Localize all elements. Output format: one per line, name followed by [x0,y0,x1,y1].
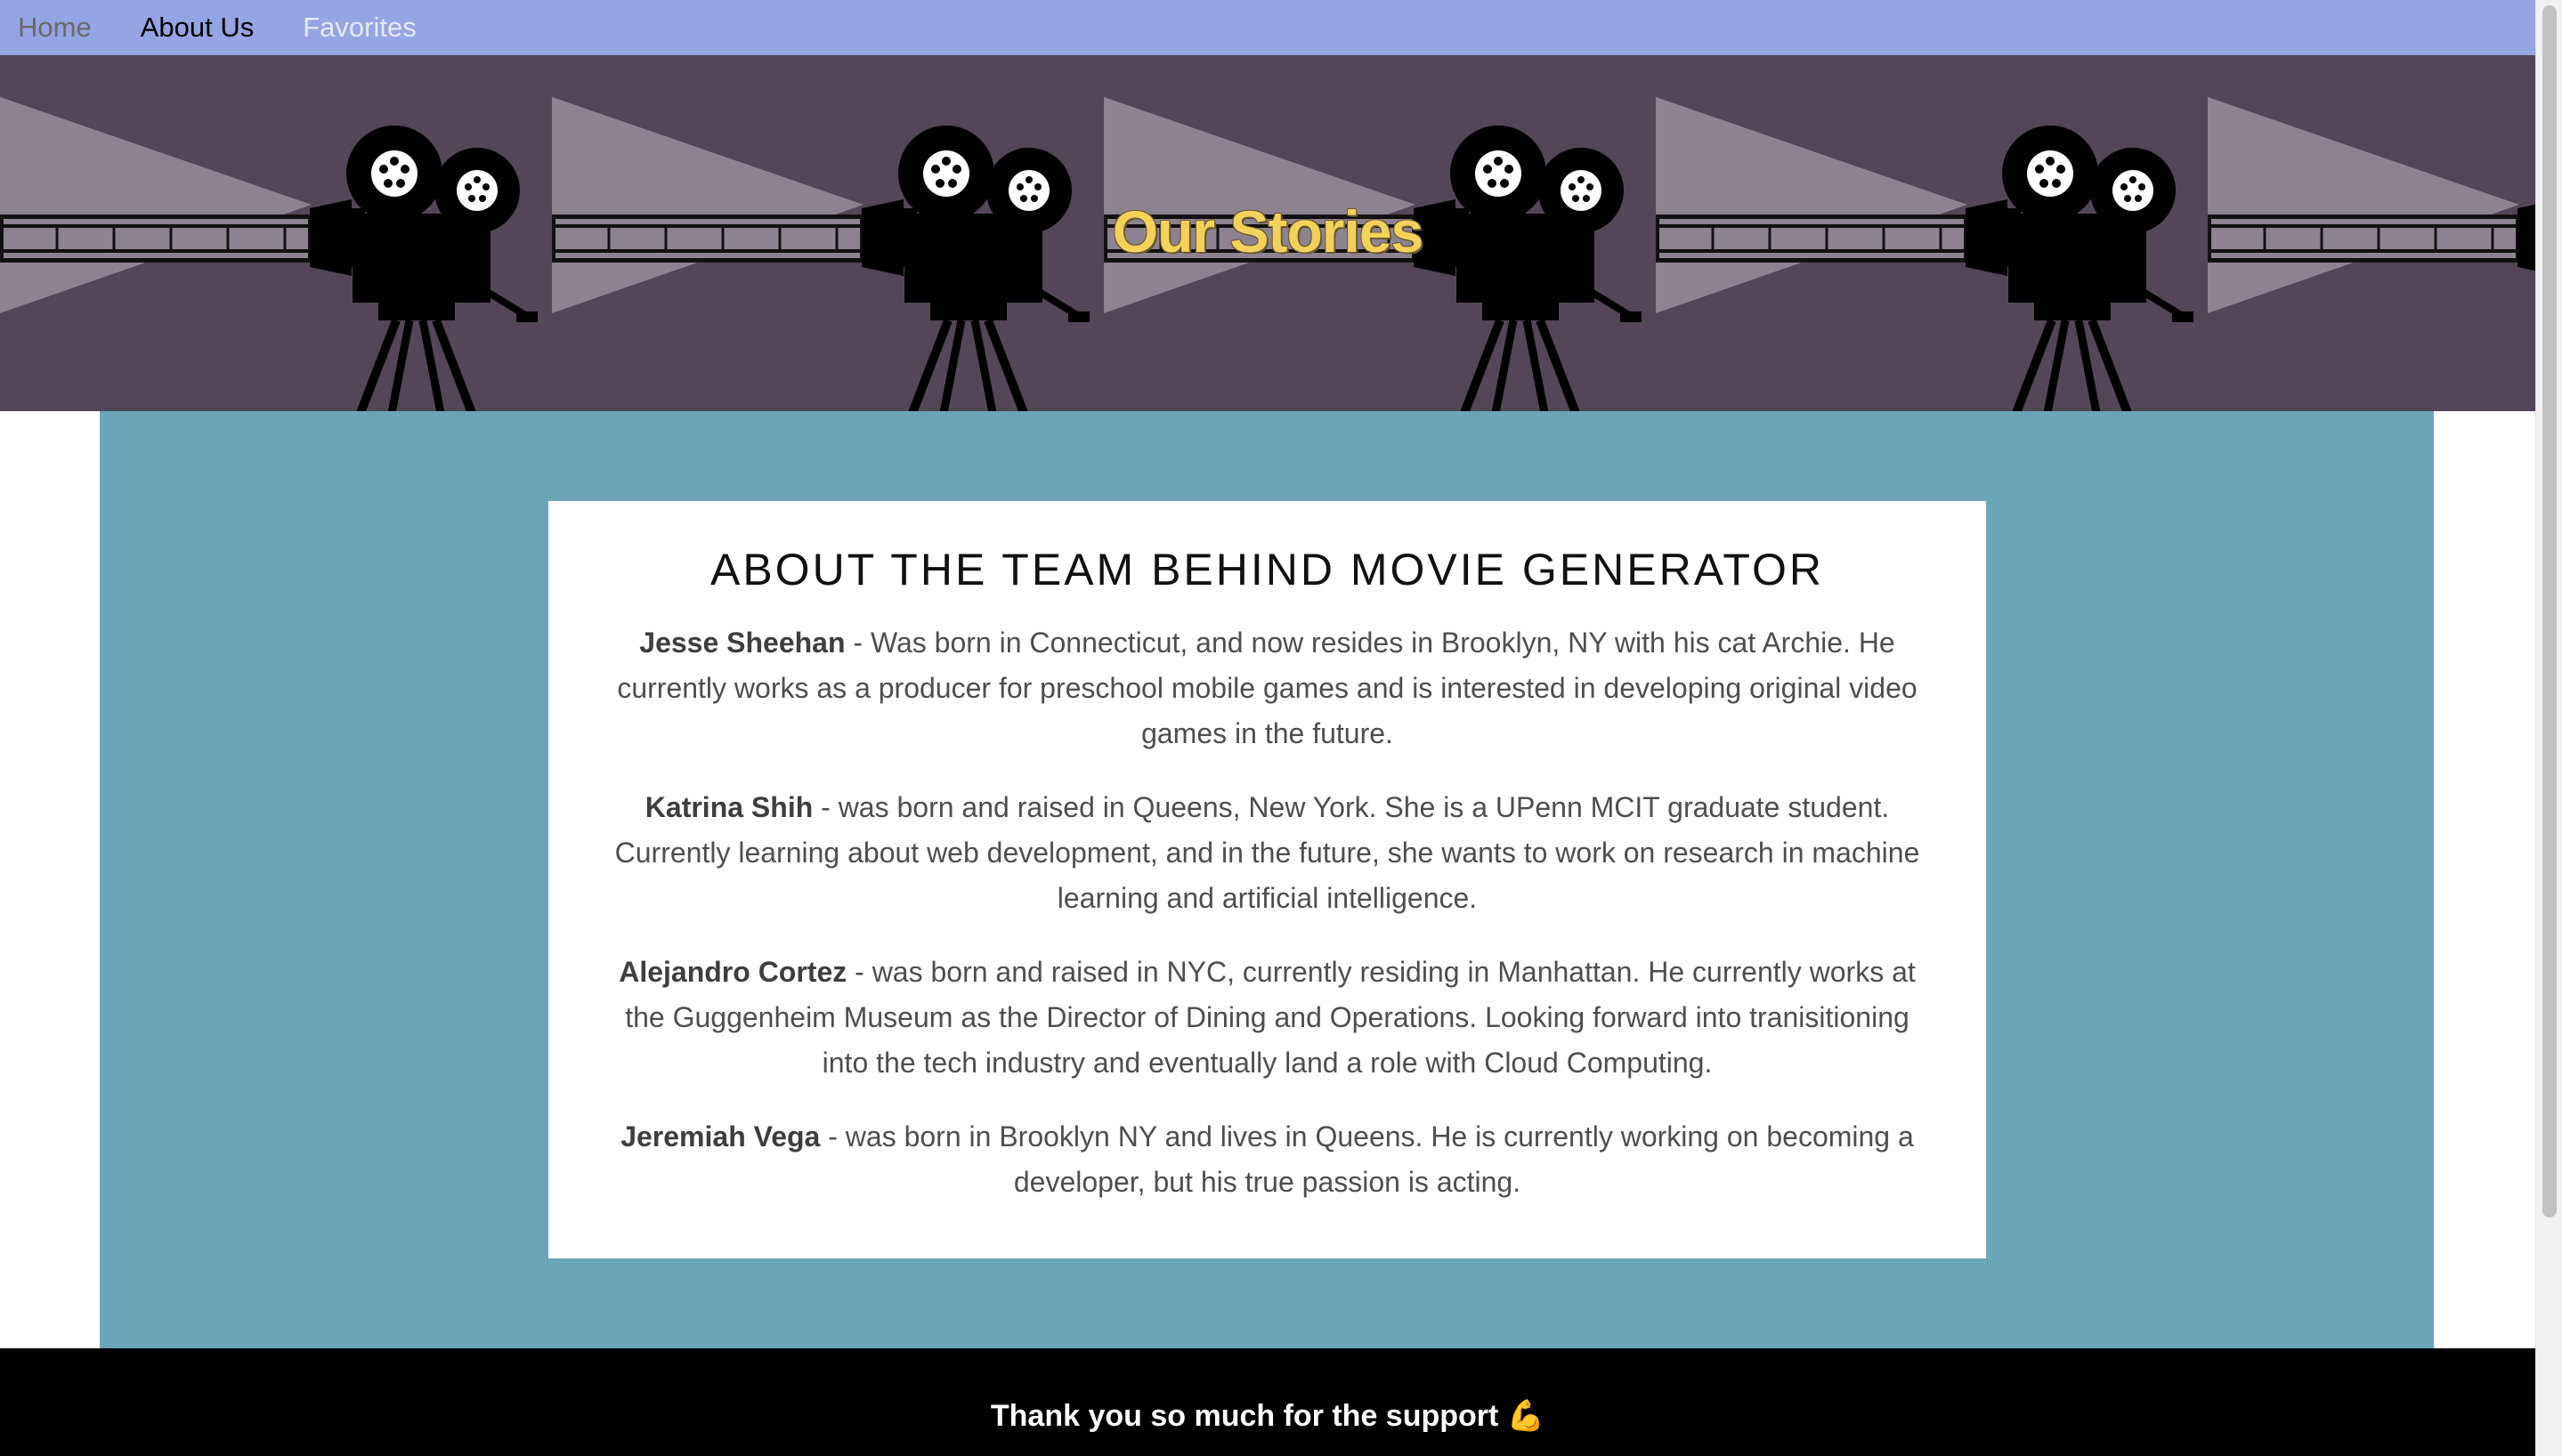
bio-text: - was born in Brooklyn NY and lives in Q… [820,1120,1914,1198]
nav-link-home[interactable]: Home [18,0,92,55]
bio-paragraph: Katrina Shih - was born and raised in Qu… [611,785,1924,921]
about-card: ABOUT THE TEAM BEHIND MOVIE GENERATOR Je… [548,501,1986,1258]
bio-name: Jesse Sheehan [639,627,846,659]
bio-name: Jeremiah Vega [620,1120,821,1153]
footer-message: Thank you so much for the support 💪 [990,1399,1545,1433]
bio-paragraph: Alejandro Cortez - was born and raised i… [611,950,1924,1086]
banner-title: Our Stories [1112,198,1423,264]
top-nav: Home About Us Favorites [0,0,2535,55]
bio-name: Katrina Shih [645,791,814,823]
hero-banner: Our Stories [0,55,2535,411]
vertical-scrollbar[interactable] [2535,0,2562,1456]
footer: Thank you so much for the support 💪 [0,1348,2535,1456]
nav-link-about-us[interactable]: About Us [141,0,255,55]
bio-name: Alejandro Cortez [619,956,847,988]
bio-paragraph: Jesse Sheehan - Was born in Connecticut,… [611,620,1924,756]
scrollbar-thumb[interactable] [2542,5,2557,1217]
nav-link-favorites[interactable]: Favorites [303,0,416,55]
bio-paragraph: Jeremiah Vega - was born in Brooklyn NY … [611,1114,1924,1205]
page-title: ABOUT THE TEAM BEHIND MOVIE GENERATOR [709,545,1824,595]
